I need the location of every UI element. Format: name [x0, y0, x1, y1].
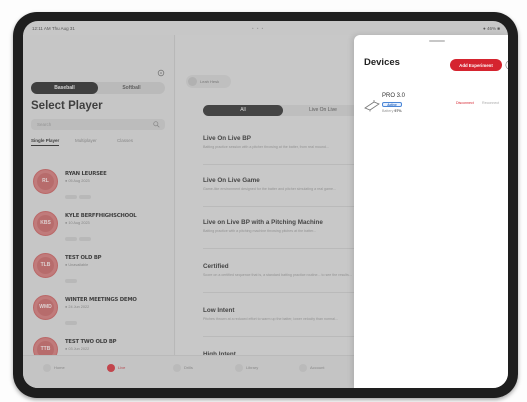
player-list-item[interactable]: RL RYAN LEURSEE ● 05 Aug 2023 [31, 167, 165, 199]
tab-live-on-live[interactable]: Live On Live [283, 105, 363, 116]
session-title: Live on Live BP with a Pitching Machine [203, 219, 323, 226]
session-description: Score on a certified sequence that is, a… [203, 273, 352, 277]
library-icon [235, 364, 243, 372]
player-name: WINTER MEETINGS DEMO [65, 297, 137, 303]
tab-softball[interactable]: Softball [98, 82, 165, 94]
player-list-item[interactable]: TLB TEST OLD BP ● Unavailable [31, 251, 165, 283]
tab-home[interactable]: Home [43, 364, 65, 372]
player-date: ● 05 Aug 2023 [65, 179, 90, 183]
live-icon [107, 364, 115, 372]
filter-icon[interactable] [157, 69, 165, 77]
session-description: Batting practice session with a pitcher … [203, 145, 329, 149]
multitasking-dots[interactable]: • • • [252, 26, 264, 31]
device-name: PRO 3.0 [382, 93, 406, 99]
home-icon [43, 364, 51, 372]
status-time: 12:11 AM Thu Aug 31 [32, 26, 75, 31]
player-date: ● 03 Jun 2022 [65, 347, 90, 351]
tab-account[interactable]: Account [299, 364, 324, 372]
status-bar: 12:11 AM Thu Aug 31 • • • ● 46% ■ [23, 21, 508, 35]
status-battery: ● 46% ■ [483, 26, 500, 31]
session-title: Live On Live Game [203, 177, 260, 184]
search-icon [153, 121, 160, 128]
avatar [188, 77, 197, 86]
disconnect-link[interactable]: Disconnect [456, 101, 474, 105]
session-title: Low Intent [203, 307, 235, 314]
ipad-frame: 12:11 AM Thu Aug 31 • • • ● 46% ■ Baseba… [13, 12, 518, 398]
player-sidebar: Baseball Softball Select Player Search S… [23, 35, 175, 367]
player-tags [65, 270, 95, 283]
ipad-screen: 12:11 AM Thu Aug 31 • • • ● 46% ■ Baseba… [23, 21, 508, 388]
avatar: RL [33, 169, 58, 194]
session-card[interactable]: Low Intent Pitches thrown at a reduced e… [203, 301, 363, 337]
devices-sheet: Devices Add Experiment ? PRO 3.0 Active … [354, 35, 508, 388]
session-description: Batting practice with a pitching machine… [203, 229, 317, 233]
session-filter-tabs[interactable]: All Live On Live [203, 105, 363, 116]
session-description: Pitches thrown at a reduced effort to wa… [203, 317, 338, 321]
sheet-grabber[interactable] [429, 40, 445, 42]
device-detail: Battery 97% [382, 109, 402, 113]
player-mode-tabs: Single Player Multiplayer Classes [31, 138, 165, 148]
tab-single-player[interactable]: Single Player [31, 138, 60, 146]
user-name: Leah Hesk [200, 79, 220, 84]
device-icon [364, 100, 380, 112]
device-row[interactable]: PRO 3.0 Active Battery 97% Disconnect Re… [364, 93, 504, 123]
session-card[interactable]: Live On Live Game Game-like environment … [203, 171, 363, 207]
player-name: RYAN LEURSEE [65, 171, 107, 177]
player-name: TEST OLD BP [65, 255, 102, 261]
session-title: Certified [203, 263, 229, 270]
player-date: ● 24 Jun 2022 [65, 305, 90, 309]
session-card[interactable]: Certified Score on a certified sequence … [203, 257, 363, 293]
reconnect-link[interactable]: Reconnect [482, 101, 499, 105]
session-card[interactable]: Live on Live BP with a Pitching Machine … [203, 213, 363, 249]
status-badge: Active [382, 102, 402, 107]
bottom-tab-bar: Home Live Drills Library Account [23, 355, 366, 388]
session-description: Game-like environment designed for the b… [203, 187, 337, 191]
player-tags [65, 186, 95, 199]
tab-classes[interactable]: Classes [117, 138, 133, 143]
session-type-panel: Leah Hesk All Live On Live Live On Live … [176, 35, 366, 365]
player-date: ● Unavailable [65, 263, 89, 267]
session-card[interactable]: Live On Live BP Batting practice session… [203, 129, 363, 165]
player-name: TEST TWO OLD BP [65, 339, 117, 345]
player-list-item[interactable]: WMD WINTER MEETINGS DEMO ● 24 Jun 2022 [31, 293, 165, 325]
player-list-item[interactable]: KBS KYLE BERFFHIGHSCHOOL ● 10 Aug 2023 [31, 209, 165, 241]
tab-multiplayer[interactable]: Multiplayer [75, 138, 97, 143]
help-icon[interactable]: ? [505, 60, 508, 70]
avatar: WMD [33, 295, 58, 320]
tab-all[interactable]: All [203, 105, 283, 116]
add-experiment-button[interactable]: Add Experiment [450, 59, 502, 71]
avatar: KBS [33, 211, 58, 236]
page-title: Select Player [31, 100, 103, 112]
tab-library[interactable]: Library [235, 364, 258, 372]
sheet-title: Devices [364, 57, 400, 68]
player-name: KYLE BERFFHIGHSCHOOL [65, 213, 137, 219]
user-pill[interactable]: Leah Hesk [186, 75, 231, 88]
search-placeholder: Search [37, 122, 52, 127]
player-tags [65, 228, 95, 241]
account-icon [299, 364, 307, 372]
screenshot: 12:11 AM Thu Aug 31 • • • ● 46% ■ Baseba… [0, 0, 527, 402]
tab-live[interactable]: Live [107, 364, 125, 372]
player-tags [65, 312, 95, 325]
session-title: Live On Live BP [203, 135, 251, 142]
drills-icon [173, 364, 181, 372]
tab-baseball[interactable]: Baseball [31, 82, 98, 94]
search-input[interactable]: Search [31, 119, 165, 130]
sport-segmented-control[interactable]: Baseball Softball [31, 82, 165, 94]
avatar: TLB [33, 253, 58, 278]
tab-drills[interactable]: Drills [173, 364, 193, 372]
player-date: ● 10 Aug 2023 [65, 221, 90, 225]
